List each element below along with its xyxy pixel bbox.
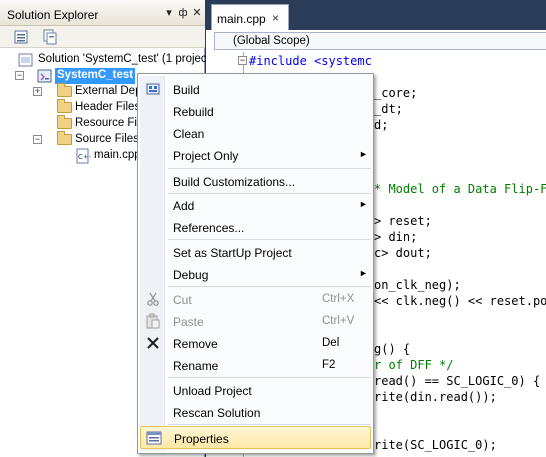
svg-text:C++: C++ [78, 153, 91, 161]
menu-item-project-only[interactable]: Project Only ► [140, 144, 371, 166]
project-label: SystemC_test [55, 68, 136, 84]
show-all-files-icon[interactable] [41, 29, 58, 45]
open-folder-icon [57, 131, 72, 145]
menu-item-build-customizations[interactable]: Build Customizations... [140, 170, 371, 192]
submenu-arrow-icon: ► [359, 268, 368, 278]
menu-label: Build [173, 83, 200, 97]
menu-shortcut: Ctrl+X [322, 293, 355, 305]
folder-icon [57, 83, 72, 97]
menu-shortcut: F2 [322, 359, 336, 371]
tab-close-icon[interactable]: × [272, 11, 279, 25]
code-line-include: #include <systemc [249, 54, 372, 68]
menu-label: Clean [173, 127, 205, 141]
document-tab-strip: main.cpp × [206, 0, 546, 30]
menu-item-remove[interactable]: Remove Del [140, 332, 371, 354]
cpp-file-icon: C++ [76, 148, 91, 164]
menu-separator [168, 424, 371, 425]
folder-icon [57, 115, 72, 129]
external-deps-label: External Dep [75, 85, 142, 97]
collapse-icon[interactable]: − [33, 135, 42, 144]
menu-separator [168, 239, 371, 240]
menu-label: References... [173, 221, 245, 235]
menu-item-references[interactable]: References... [140, 216, 371, 238]
solution-icon [18, 53, 33, 67]
menu-item-cut[interactable]: Cut Ctrl+X [140, 288, 371, 310]
menu-item-clean[interactable]: Clean [140, 122, 371, 144]
fold-icon[interactable]: − [238, 56, 247, 65]
menu-label: Rescan Solution [173, 406, 261, 420]
code-line: rite(SC_LOGIC_0); [374, 438, 497, 452]
source-files-label: Source Files [75, 133, 139, 145]
menu-item-rebuild[interactable]: Rebuild [140, 100, 371, 122]
submenu-arrow-icon: ► [359, 199, 368, 209]
solution-explorer-title-bar: Solution Explorer ▾ ф ✕ [0, 0, 205, 26]
project-context-menu: Build Rebuild Clean Project Only ► Build… [137, 73, 374, 454]
code-line-comment: * Model of a Data Flip-F [374, 182, 546, 196]
menu-shortcut: Ctrl+V [322, 315, 355, 327]
header-files-label: Header Files [75, 101, 141, 113]
menu-item-properties[interactable]: Properties [140, 426, 371, 449]
submenu-arrow-icon: ► [359, 149, 368, 159]
build-icon [146, 83, 160, 95]
menu-item-set-startup[interactable]: Set as StartUp Project [140, 241, 371, 263]
tab-main-cpp[interactable]: main.cpp × [211, 4, 289, 30]
scope-label: (Global Scope) [233, 35, 310, 47]
menu-separator [168, 168, 371, 169]
scissors-icon [147, 292, 159, 306]
menu-item-add[interactable]: Add ► [140, 194, 371, 216]
menu-label: Paste [173, 315, 204, 329]
solution-explorer-title: Solution Explorer [7, 8, 99, 22]
window-position-icon[interactable]: ▾ [163, 7, 175, 19]
menu-item-build[interactable]: Build [140, 78, 371, 100]
menu-label: Set as StartUp Project [173, 246, 292, 260]
menu-label: Remove [173, 337, 218, 351]
code-line: _dt; [374, 102, 403, 116]
menu-separator [168, 286, 371, 287]
menu-label: Project Only [173, 149, 239, 163]
paste-icon [146, 313, 160, 329]
code-line: g() { [374, 342, 411, 356]
collapse-icon[interactable]: − [15, 71, 24, 80]
code-line: d; [374, 118, 389, 132]
menu-label: Properties [174, 432, 229, 446]
menu-label: Rebuild [173, 105, 214, 119]
menu-label: Unload Project [173, 384, 252, 398]
code-line: > din; [374, 230, 418, 244]
solution-label: Solution 'SystemC_test' (1 project) [38, 53, 214, 65]
expand-icon[interactable]: + [33, 87, 42, 96]
properties-toolbar-icon[interactable] [13, 29, 30, 45]
tab-label: main.cpp [217, 12, 266, 26]
menu-label: Cut [173, 293, 192, 307]
project-icon [37, 69, 52, 83]
code-line: on_clk_neg); [374, 278, 461, 292]
close-icon[interactable]: ✕ [191, 7, 203, 19]
remove-icon [147, 337, 159, 349]
scope-dropdown[interactable]: (Global Scope) [214, 32, 546, 50]
code-line: read() == SC_LOGIC_0) { [374, 374, 541, 388]
menu-item-rescan-solution[interactable]: Rescan Solution [140, 401, 371, 423]
folder-icon [57, 99, 72, 113]
resource-files-label: Resource File [75, 117, 146, 129]
code-line: rite(din.read()); [374, 390, 497, 404]
menu-shortcut: Del [322, 337, 340, 349]
menu-label: Debug [173, 268, 209, 282]
pin-icon[interactable]: ф [177, 7, 189, 19]
code-line: c> dout; [374, 246, 432, 260]
menu-label: Add [173, 199, 195, 213]
menu-item-paste[interactable]: Paste Ctrl+V [140, 310, 371, 332]
menu-label: Rename [173, 359, 219, 373]
code-line: << clk.neg() << reset.po [374, 294, 546, 308]
code-line-comment: r of DFF */ [374, 358, 454, 372]
menu-label: Build Customizations... [173, 175, 296, 189]
menu-separator [168, 377, 371, 378]
main-cpp-label: main.cpp [94, 149, 141, 161]
code-line: _core; [374, 86, 418, 100]
solution-explorer-toolbar [0, 26, 205, 48]
menu-item-debug[interactable]: Debug ► [140, 263, 371, 285]
menu-item-unload-project[interactable]: Unload Project [140, 379, 371, 401]
menu-item-rename[interactable]: Rename F2 [140, 354, 371, 376]
code-line: > reset; [374, 214, 432, 228]
tree-item-solution[interactable]: Solution 'SystemC_test' (1 project) [0, 52, 214, 68]
properties-icon [146, 431, 162, 445]
